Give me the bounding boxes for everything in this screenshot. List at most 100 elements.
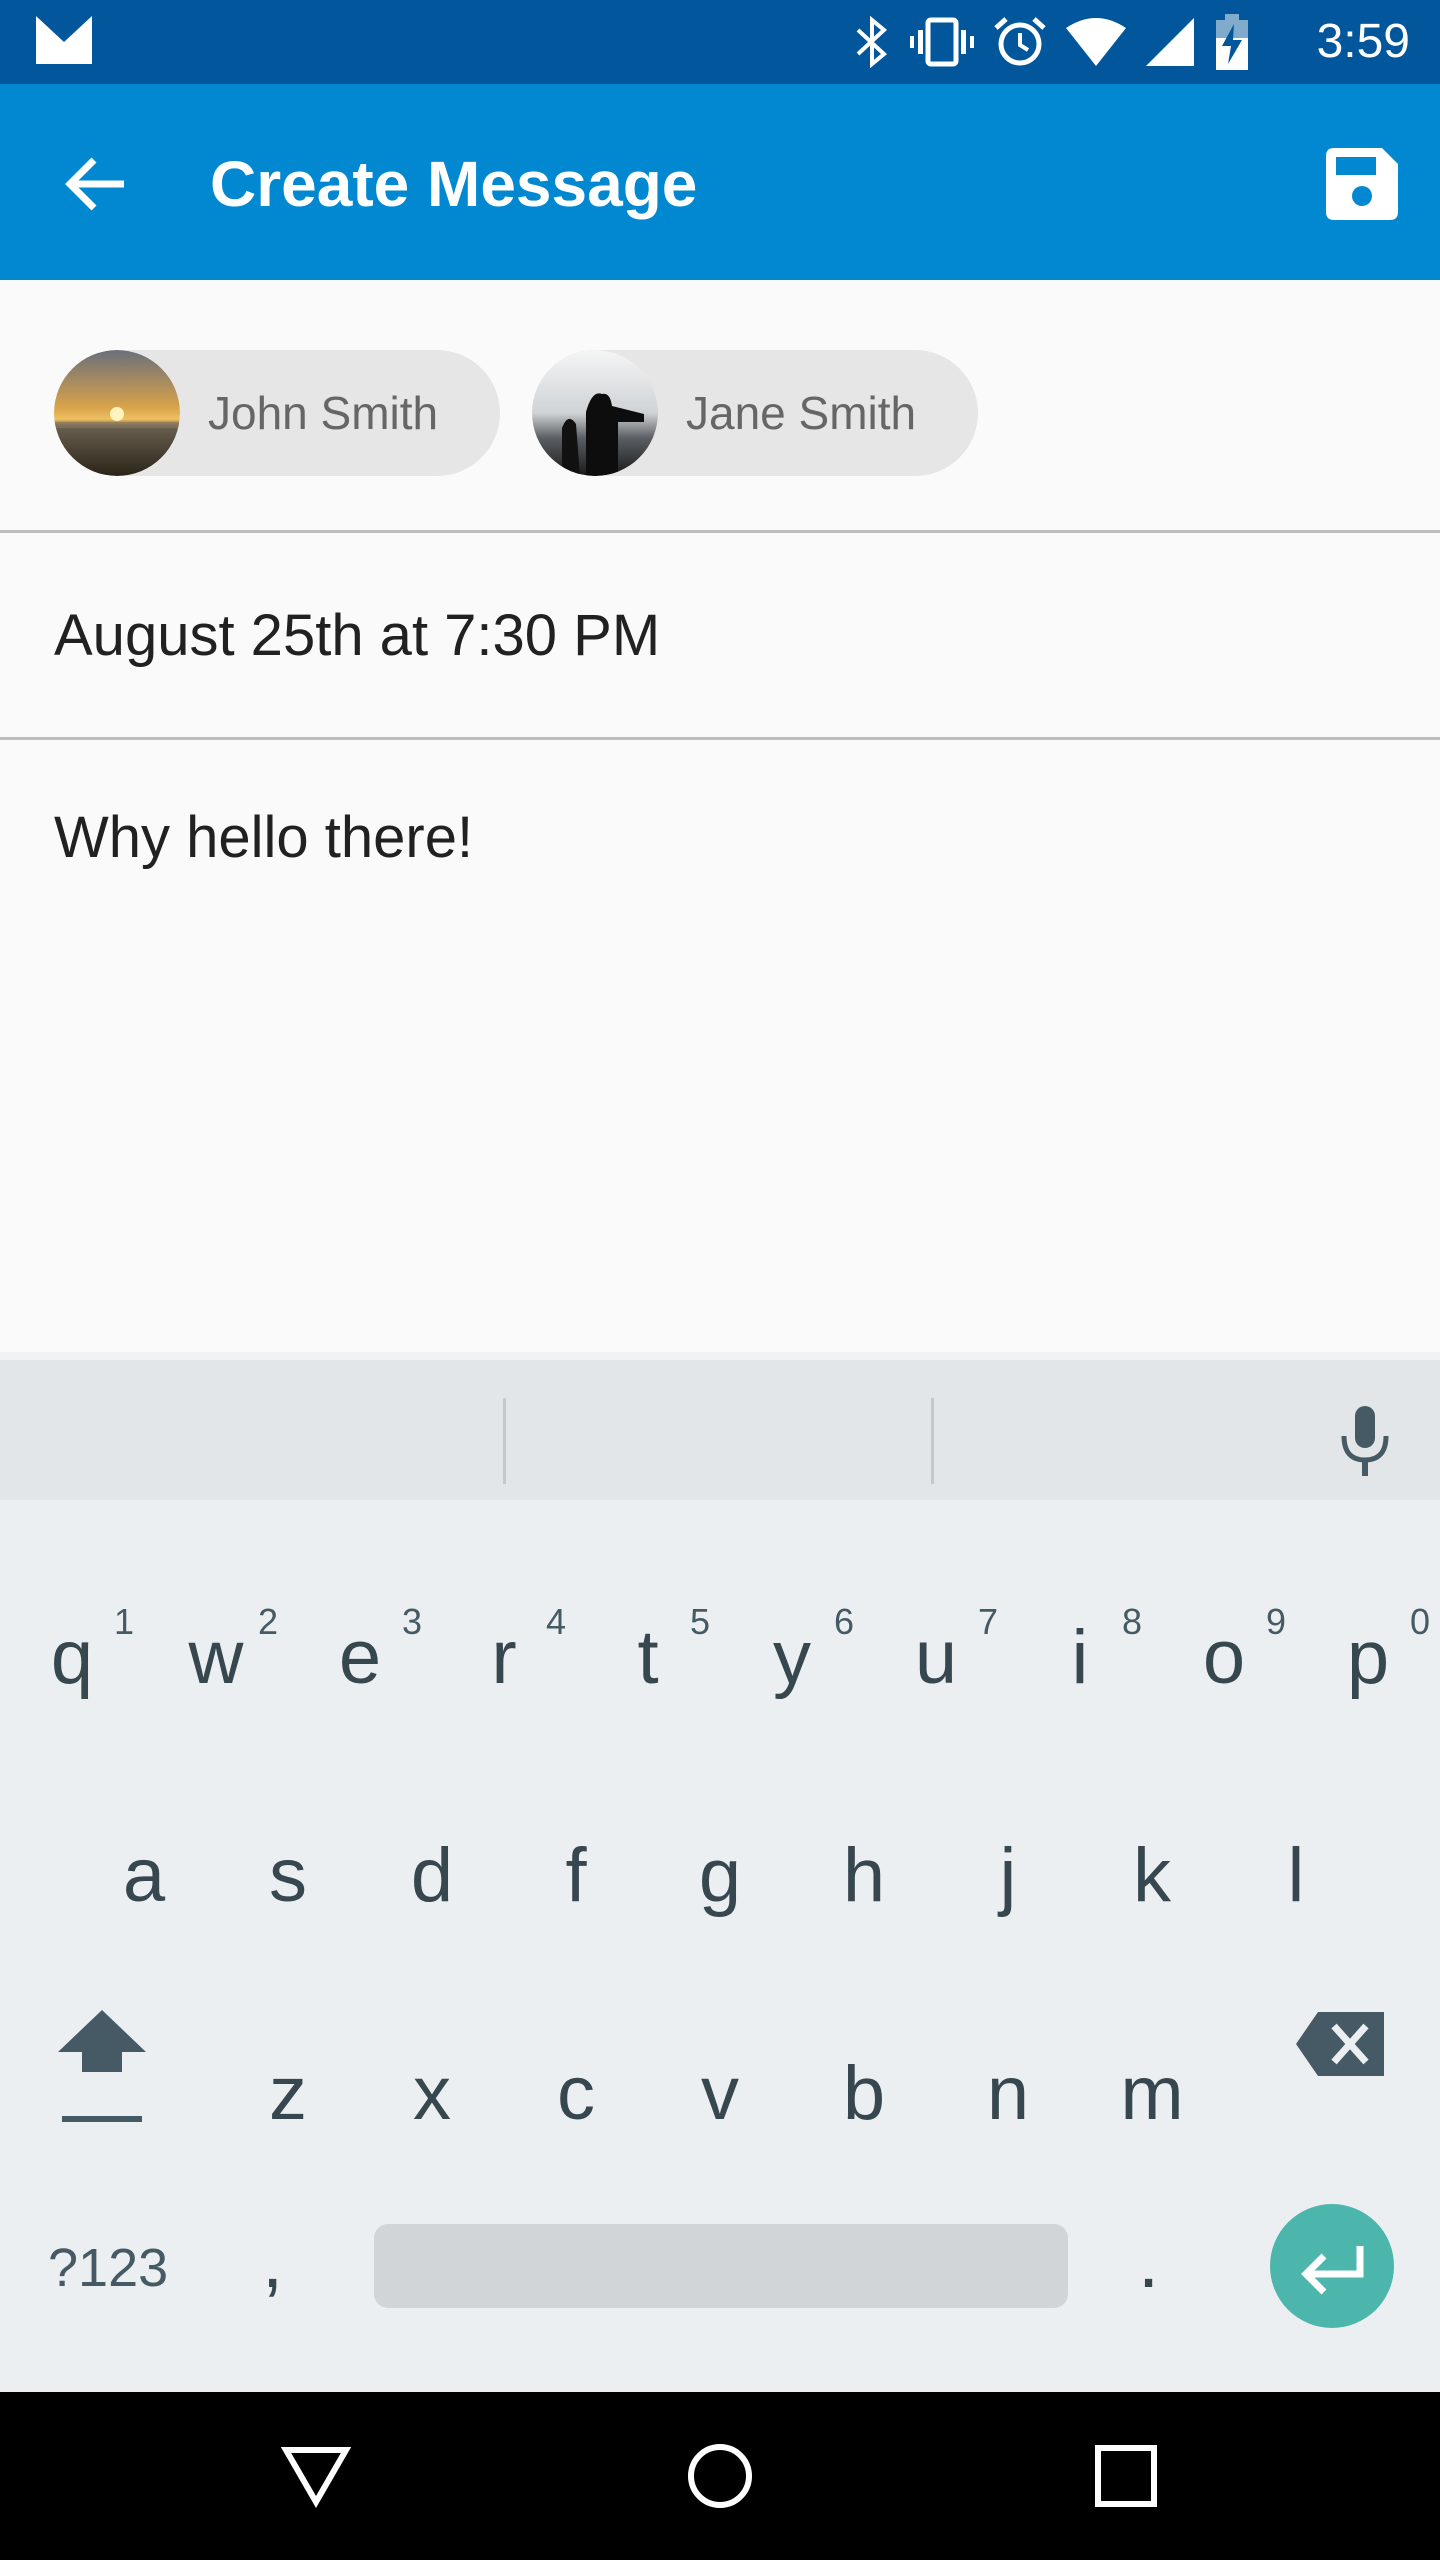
key-label: z — [269, 2051, 307, 2136]
suggestion-divider — [503, 1398, 506, 1484]
alarm-icon — [994, 17, 1046, 66]
key-u[interactable]: u7 — [864, 1601, 1008, 1708]
key-p[interactable]: p0 — [1296, 1601, 1440, 1708]
key-number-hint: 2 — [257, 1601, 278, 1642]
key-t[interactable]: t5 — [576, 1601, 720, 1708]
status-icons — [854, 14, 1250, 70]
key-g[interactable]: g — [648, 1826, 792, 1926]
key-j[interactable]: j — [936, 1826, 1080, 1926]
key-label: f — [565, 1833, 587, 1918]
save-icon[interactable] — [1326, 148, 1398, 220]
key-label: a — [122, 1833, 166, 1918]
page-title: Create Message — [210, 148, 698, 220]
key-e[interactable]: e3 — [288, 1601, 432, 1708]
key-h[interactable]: h — [792, 1826, 936, 1926]
battery-charging-icon — [1216, 14, 1248, 70]
key-label: y — [773, 1615, 811, 1700]
key-label: i — [1071, 1615, 1089, 1700]
recipient-name: Jane Smith — [686, 387, 917, 439]
key-m[interactable]: m — [1080, 2044, 1224, 2144]
wifi-icon — [1066, 18, 1126, 66]
navigation-bar — [0, 2392, 1440, 2560]
microphone-icon[interactable] — [1330, 1402, 1400, 1482]
key-label: t — [637, 1615, 659, 1700]
key-number-hint: 3 — [401, 1601, 422, 1642]
key-label: d — [410, 1833, 454, 1918]
home-nav-icon[interactable] — [684, 2440, 756, 2512]
key-label: e — [338, 1615, 382, 1700]
schedule-field[interactable]: August 25th at 7:30 PM — [54, 600, 660, 672]
backspace-icon[interactable] — [1296, 2012, 1384, 2076]
key-label: u — [914, 1615, 958, 1700]
key-b[interactable]: b — [792, 2044, 936, 2144]
key-f[interactable]: f — [504, 1826, 648, 1926]
vibrate-icon — [910, 17, 974, 67]
key-number-hint: 0 — [1409, 1601, 1430, 1642]
key-c[interactable]: c — [504, 2044, 648, 2144]
key-label: q — [50, 1615, 94, 1700]
key-label: j — [999, 1833, 1017, 1918]
key-label: p — [1346, 1615, 1390, 1700]
period-key[interactable]: . — [1138, 2212, 1159, 2312]
enter-key[interactable] — [1270, 2204, 1394, 2328]
avatar — [532, 350, 658, 476]
key-a[interactable]: a — [72, 1826, 216, 1926]
key-label: c — [557, 2051, 595, 2136]
divider — [0, 737, 1440, 740]
key-label: s — [269, 1833, 307, 1918]
key-w[interactable]: w2 — [144, 1601, 288, 1708]
signal-icon — [1146, 18, 1194, 66]
recents-nav-icon[interactable] — [1090, 2440, 1162, 2512]
key-label: v — [701, 2051, 739, 2136]
key-k[interactable]: k — [1080, 1826, 1224, 1926]
key-number-hint: 4 — [545, 1601, 566, 1642]
key-s[interactable]: s — [216, 1826, 360, 1926]
key-z[interactable]: z — [216, 2044, 360, 2144]
suggestion-strip — [0, 1352, 1440, 1500]
avatar — [54, 350, 180, 476]
keyboard: q1w2e3r4t5y6u7i8o9p0 asdfghjkl zxcvbnm ?… — [0, 1352, 1440, 2392]
key-i[interactable]: i8 — [1008, 1601, 1152, 1708]
divider — [0, 530, 1440, 533]
key-o[interactable]: o9 — [1152, 1601, 1296, 1708]
arrow-back-icon[interactable] — [60, 146, 136, 222]
key-number-hint: 9 — [1265, 1601, 1286, 1642]
key-label: o — [1202, 1615, 1246, 1700]
shift-icon[interactable] — [50, 2004, 154, 2128]
key-x[interactable]: x — [360, 2044, 504, 2144]
key-number-hint: 6 — [833, 1601, 854, 1642]
symbols-key[interactable]: ?123 — [48, 2228, 168, 2308]
key-v[interactable]: v — [648, 2044, 792, 2144]
key-q[interactable]: q1 — [0, 1601, 144, 1708]
recipient-name: John Smith — [208, 387, 439, 439]
comma-key[interactable]: , — [262, 2212, 283, 2312]
key-label: h — [842, 1833, 886, 1918]
key-label: l — [1287, 1833, 1305, 1918]
recipients-field[interactable]: John Smith Jane Smith — [0, 280, 1440, 530]
key-y[interactable]: y6 — [720, 1601, 864, 1708]
key-label: k — [1133, 1833, 1171, 1918]
status-bar: 3:59 — [0, 0, 1440, 84]
key-label: b — [842, 2051, 886, 2136]
key-label: r — [491, 1615, 517, 1700]
key-r[interactable]: r4 — [432, 1601, 576, 1708]
key-number-hint: 8 — [1121, 1601, 1142, 1642]
key-number-hint: 5 — [689, 1601, 710, 1642]
key-d[interactable]: d — [360, 1826, 504, 1926]
key-l[interactable]: l — [1224, 1826, 1368, 1926]
recipient-chip-john[interactable]: John Smith — [54, 350, 501, 476]
key-n[interactable]: n — [936, 2044, 1080, 2144]
key-label: x — [413, 2051, 451, 2136]
message-body-field[interactable]: Why hello there! — [54, 802, 473, 874]
recipient-chip-jane[interactable]: Jane Smith — [532, 350, 979, 476]
bluetooth-icon — [856, 16, 888, 68]
app-bar: Create Message — [0, 84, 1440, 280]
key-label: n — [986, 2051, 1030, 2136]
key-label: m — [1120, 2051, 1184, 2136]
status-time: 3:59 — [1316, 15, 1410, 68]
key-label: w — [188, 1615, 244, 1700]
key-number-hint: 7 — [977, 1601, 998, 1642]
suggestion-divider — [931, 1398, 934, 1484]
back-nav-icon[interactable] — [280, 2440, 352, 2512]
space-key[interactable] — [374, 2224, 1068, 2308]
